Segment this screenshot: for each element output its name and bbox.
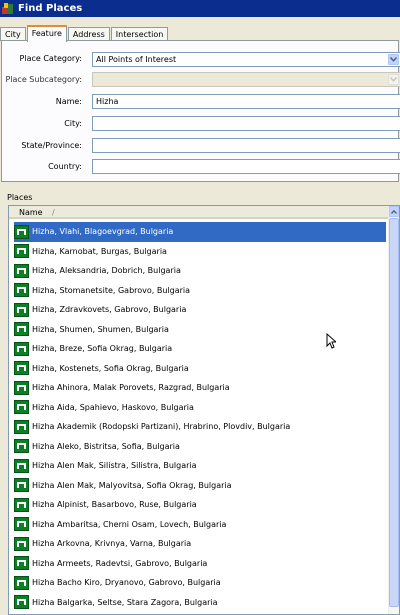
scrollbar-thumb[interactable] (389, 218, 399, 607)
sort-indicator: / (52, 208, 55, 217)
tab-city[interactable]: City (0, 27, 26, 41)
tab-intersection[interactable]: Intersection (110, 27, 169, 41)
list-item-label: Hizha, Breze, Sofia Okrag, Bulgaria (32, 344, 173, 354)
list-item-label: Hizha Alen Mak, Silistra, Silistra, Bulg… (32, 461, 197, 471)
list-item-label: Hizha, Vlahi, Blagoevgrad, Bulgaria (30, 225, 176, 239)
name-column-header[interactable]: Name / (9, 206, 390, 219)
places-list[interactable]: Name / Hizha, Vlahi, Blagoevgrad, Bulgar… (8, 205, 400, 615)
map-pin-icon (14, 302, 29, 317)
chevron-down-icon[interactable] (388, 54, 399, 65)
list-item[interactable]: Hizha Alpinist, Basarbovo, Ruse, Bulgari… (14, 495, 391, 515)
tab-address[interactable]: Address (67, 27, 110, 41)
list-item-label: Hizha Balgarka, Seltse, Stara Zagora, Bu… (32, 597, 218, 607)
place-subcategory-label: Place Subcategory: (5, 75, 82, 84)
vertical-scrollbar[interactable] (388, 206, 399, 614)
map-pin-icon (14, 380, 29, 395)
list-item[interactable]: Hizha Aida, Spahievo, Haskovo, Bulgaria (14, 398, 391, 418)
list-item-label: Hizha Ahinora, Malak Porovets, Razgrad, … (32, 383, 230, 393)
list-item[interactable]: Hizha, Stomanetsite, Gabrovo, Bulgaria (14, 281, 391, 301)
list-item-label: Hizha Alpinist, Basarbovo, Ruse, Bulgari… (32, 500, 197, 510)
list-item[interactable]: Hizha Alen Mak, Silistra, Silistra, Bulg… (14, 456, 391, 476)
list-item[interactable]: Hizha, Karnobat, Burgas, Bulgaria (14, 242, 391, 262)
places-group-label: Places (7, 193, 33, 202)
list-item-label: Hizha Bacho Kiro, Dryanovo, Gabrovo, Bul… (32, 578, 221, 588)
list-item-label: Hizha Aida, Spahievo, Haskovo, Bulgaria (32, 402, 194, 412)
scroll-up-arrow-icon[interactable] (389, 206, 399, 217)
map-pin-icon (14, 458, 29, 473)
map-pin-icon (14, 322, 29, 337)
list-item-label: Hizha Ambaritsa, Cherni Osam, Lovech, Bu… (32, 519, 227, 529)
list-item-label: Hizha Armeets, Radevtsi, Gabrovo, Bulgar… (32, 558, 208, 568)
map-pin-icon (14, 517, 29, 532)
city-input[interactable] (92, 116, 400, 131)
window-title: Find Places (18, 3, 83, 14)
map-pin-icon (14, 341, 29, 356)
mouse-cursor-icon (326, 332, 338, 349)
map-pin-icon (14, 244, 29, 259)
tab-feature[interactable]: Feature (26, 25, 67, 42)
map-pin-icon (14, 556, 29, 571)
list-item[interactable]: Hizha, Kostenets, Sofia Okrag, Bulgaria (14, 359, 391, 379)
name-label: Name: (55, 97, 82, 106)
list-item-label: Hizha, Aleksandria, Dobrich, Bulgaria (32, 266, 181, 276)
map-pin-icon (14, 439, 29, 454)
column-header-label: Name (19, 208, 43, 217)
city-label: City: (64, 119, 82, 128)
name-input[interactable] (92, 94, 400, 109)
map-pin-icon (14, 595, 29, 610)
feature-tab-panel: Place Category: All Points of Interest P… (1, 40, 400, 182)
map-pin-icon (14, 536, 29, 551)
places-rows: Hizha, Vlahi, Blagoevgrad, Bulgaria Hizha… (14, 222, 391, 614)
list-item[interactable]: Hizha Armeets, Radevtsi, Gabrovo, Bulgar… (14, 554, 391, 574)
list-item[interactable]: Hizha Alen Mak, Malyovitsa, Sofia Okrag,… (14, 476, 391, 496)
list-item[interactable]: Hizha, Vlahi, Blagoevgrad, Bulgaria (14, 222, 386, 242)
list-item[interactable]: Hizha, Zdravkovets, Gabrovo, Bulgaria (14, 300, 391, 320)
country-input[interactable] (92, 159, 400, 174)
tab-strip: City Feature Address Intersection (0, 25, 169, 42)
map-pin-icon (14, 478, 29, 493)
list-item-label: Hizha, Zdravkovets, Gabrovo, Bulgaria (32, 305, 187, 315)
place-category-value: All Points of Interest (96, 55, 177, 64)
list-item[interactable]: Hizha Balgarka, Seltse, Stara Zagora, Bu… (14, 593, 391, 613)
list-item[interactable]: Hizha, Aleksandria, Dobrich, Bulgaria (14, 261, 391, 281)
chevron-down-icon (388, 74, 399, 85)
list-item[interactable]: Hizha Akademik (Rodopski Partizani), Hra… (14, 417, 391, 437)
list-item[interactable]: Hizha Ambaritsa, Cherni Osam, Lovech, Bu… (14, 515, 391, 535)
list-item-label: Hizha, Shumen, Shumen, Bulgaria (32, 324, 169, 334)
map-pin-icon (14, 575, 29, 590)
map-pin-icon (14, 419, 29, 434)
list-item[interactable]: Hizha Bacho Kiro, Dryanovo, Gabrovo, Bul… (14, 573, 391, 593)
place-subcategory-select[interactable] (92, 72, 400, 87)
state-province-input[interactable] (92, 138, 400, 153)
list-item-label: Hizha, Stomanetsite, Gabrovo, Bulgaria (32, 285, 191, 295)
map-pin-icon (14, 283, 29, 298)
list-item[interactable]: Hizha Ahinora, Malak Porovets, Razgrad, … (14, 378, 391, 398)
title-bar: Find Places (0, 0, 400, 17)
place-category-label: Place Category: (19, 54, 82, 63)
map-pin-icon (14, 400, 29, 415)
globe-icon (2, 3, 14, 14)
list-item-label: Hizha, Kostenets, Sofia Okrag, Bulgaria (32, 363, 189, 373)
country-label: Country: (48, 162, 82, 171)
list-item-label: Hizha Arkovna, Krivnya, Varna, Bulgaria (32, 539, 192, 549)
list-item[interactable]: Hizha Arkovna, Krivnya, Varna, Bulgaria (14, 534, 391, 554)
place-category-select[interactable]: All Points of Interest (92, 52, 400, 67)
list-item[interactable]: Hizha Aleko, Bistritsa, Sofia, Bulgaria (14, 437, 391, 457)
map-pin-icon (14, 497, 29, 512)
map-pin-icon (14, 224, 29, 239)
map-pin-icon (14, 263, 29, 278)
list-item-label: Hizha Aleko, Bistritsa, Sofia, Bulgaria (32, 441, 180, 451)
list-item-label: Hizha Alen Mak, Malyovitsa, Sofia Okrag,… (32, 480, 232, 490)
state-province-label: State/Province: (21, 141, 82, 150)
map-pin-icon (14, 361, 29, 376)
list-item-label: Hizha Akademik (Rodopski Partizani), Hra… (32, 422, 291, 432)
list-item-label: Hizha, Karnobat, Burgas, Bulgaria (32, 246, 167, 256)
